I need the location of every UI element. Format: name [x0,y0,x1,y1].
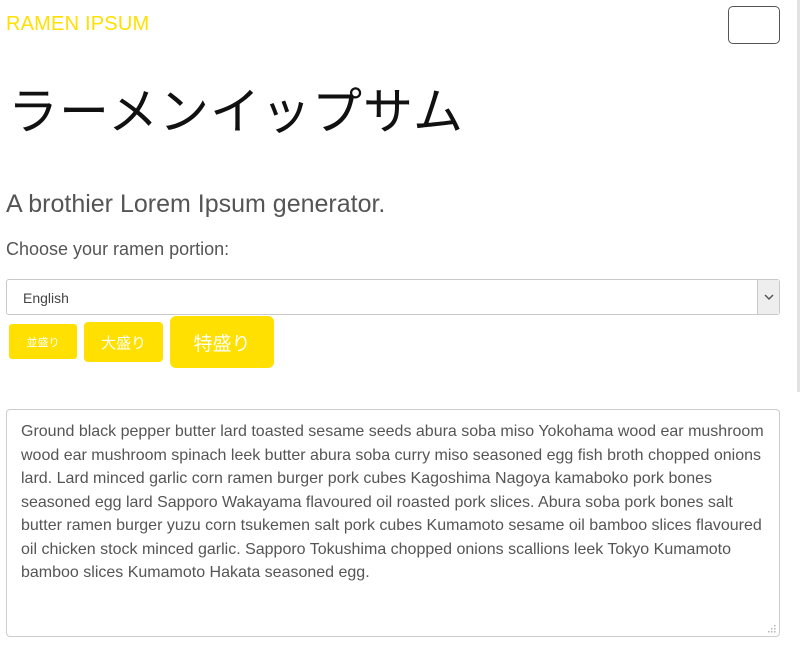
resize-handle-icon[interactable] [766,623,776,633]
brand-link[interactable]: RAMEN IPSUM [6,13,149,36]
menu-toggle-button[interactable] [728,6,780,44]
ipsum-output-text: Ground black pepper butter lard toasted … [21,423,764,581]
portion-extra-large-button[interactable]: 特盛り [170,316,274,368]
tagline: A brothier Lorem Ipsum generator. [6,190,386,218]
ipsum-output-textarea[interactable]: Ground black pepper butter lard toasted … [6,409,780,637]
language-select-value: English [23,290,69,306]
language-select[interactable]: English [6,279,780,315]
chevron-down-icon [757,280,779,314]
portion-label: Choose your ramen portion: [6,239,230,259]
page-title: ラーメンイップサム [8,83,464,141]
portion-regular-button[interactable]: 並盛り [9,324,77,359]
portion-large-button[interactable]: 大盛り [84,322,163,362]
